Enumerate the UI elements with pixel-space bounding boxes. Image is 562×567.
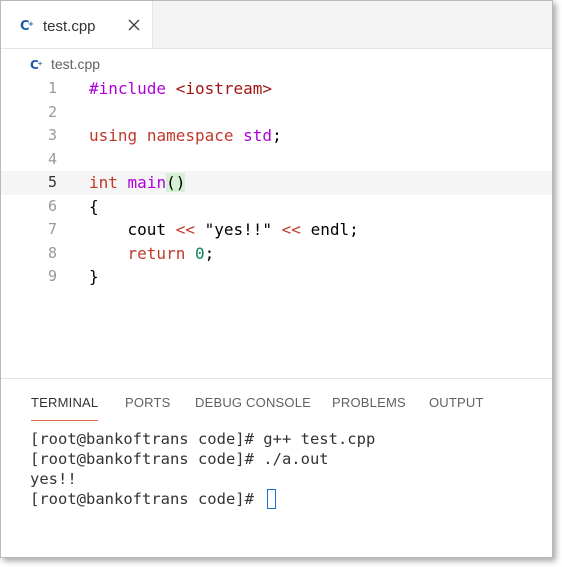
svg-text:+: + <box>37 59 42 67</box>
tab-label: test.cpp <box>43 18 96 35</box>
tab-output[interactable]: OUTPUT <box>429 395 484 410</box>
line-number: 2 <box>47 102 57 121</box>
panel-tabs: TERMINAL PORTS DEBUG CONSOLE PROBLEMS OU… <box>1 379 552 421</box>
terminal-line: [root@bankoftrans code]# ./a.out <box>30 450 329 468</box>
terminal-cursor <box>267 488 277 509</box>
code-text: using namespace std; <box>89 126 282 145</box>
svg-text:+: + <box>28 20 34 28</box>
code-line[interactable]: 3 using namespace std; <box>1 124 552 148</box>
code-line-active[interactable]: 5 int main() <box>1 171 552 195</box>
line-number: 8 <box>47 243 57 262</box>
terminal-line: yes!! <box>30 470 77 488</box>
code-line[interactable]: 9 } <box>1 265 552 289</box>
active-tab-indicator <box>31 420 98 421</box>
code-line[interactable]: 7 cout << "yes!!" << endl; <box>1 218 552 242</box>
line-number: 4 <box>47 149 57 168</box>
code-line[interactable]: 2 <box>1 101 552 125</box>
tab-bar: C + test.cpp <box>1 1 552 49</box>
code-text: } <box>89 267 99 286</box>
line-number: 1 <box>47 79 57 97</box>
line-number: 5 <box>47 173 57 191</box>
terminal-line: [root@bankoftrans code]# g++ test.cpp <box>30 430 376 448</box>
cpp-file-icon: C + <box>30 58 43 71</box>
line-number: 7 <box>47 220 57 238</box>
code-text: #include <iostream> <box>89 79 273 98</box>
terminal-output[interactable]: [root@bankoftrans code]# g++ test.cpp [r… <box>30 429 375 509</box>
tab-debug-console[interactable]: DEBUG CONSOLE <box>195 395 311 410</box>
close-icon[interactable] <box>127 18 141 32</box>
code-text: return 0; <box>127 243 215 263</box>
breadcrumb[interactable]: C + test.cpp <box>30 54 100 74</box>
tab-problems[interactable]: PROBLEMS <box>332 395 406 410</box>
bottom-panel: TERMINAL PORTS DEBUG CONSOLE PROBLEMS OU… <box>1 378 552 557</box>
tab-terminal[interactable]: TERMINAL <box>31 395 98 410</box>
code-line[interactable]: 8 return 0; <box>1 242 552 266</box>
code-editor[interactable]: 1 #include <iostream> 2 3 using namespac… <box>1 77 552 301</box>
code-line[interactable]: 6 { <box>1 195 552 219</box>
code-line[interactable]: 4 <box>1 148 552 172</box>
breadcrumb-label: test.cpp <box>51 56 101 72</box>
code-text: { <box>89 196 99 216</box>
editor-window: C + test.cpp C + test.cpp 1 #include <io… <box>0 0 553 558</box>
terminal-prompt: [root@bankoftrans code]# <box>30 490 264 508</box>
line-number: 9 <box>47 267 57 285</box>
tab-test-cpp[interactable]: C + test.cpp <box>1 1 153 48</box>
line-number: 3 <box>47 126 57 144</box>
tab-ports[interactable]: PORTS <box>125 395 171 410</box>
line-number: 6 <box>47 196 57 215</box>
code-text: cout << "yes!!" << endl; <box>89 220 359 239</box>
code-text: int main() <box>89 173 186 192</box>
cpp-file-icon: C + <box>20 19 34 32</box>
code-line[interactable]: 1 #include <iostream> <box>1 77 552 101</box>
terminal-prompt-line[interactable]: [root@bankoftrans code]# <box>30 488 375 509</box>
